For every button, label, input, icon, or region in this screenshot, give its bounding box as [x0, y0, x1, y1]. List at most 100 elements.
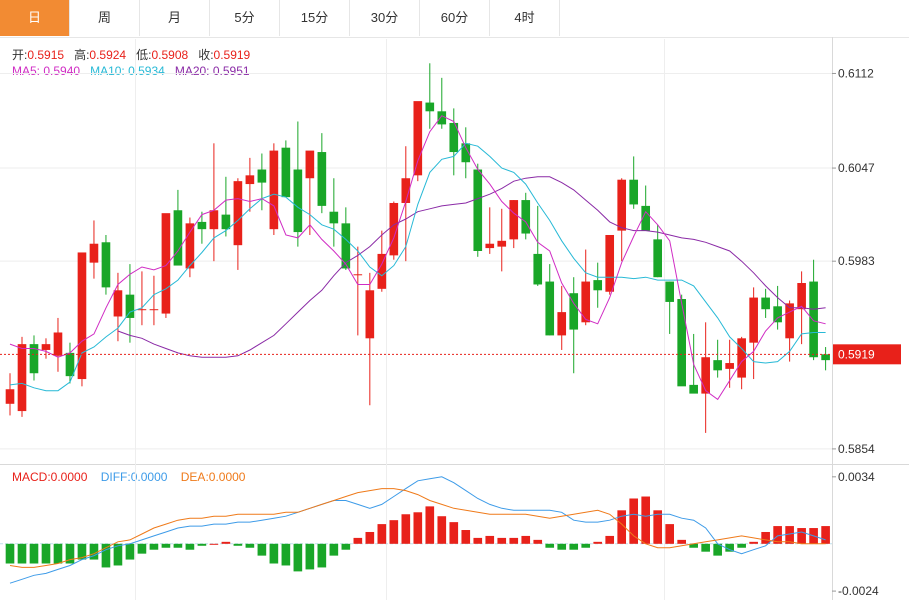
tab-day[interactable]: 日	[0, 0, 70, 36]
candle-body	[53, 332, 63, 356]
candle-body	[473, 169, 483, 251]
macd-bar	[269, 543, 279, 564]
candle-body	[101, 242, 111, 288]
macd-bar	[401, 514, 411, 544]
macd-bar	[281, 543, 291, 566]
tab-month[interactable]: 月	[140, 0, 210, 36]
candle-body	[5, 389, 15, 404]
macd-bar	[233, 543, 243, 546]
macd-bar	[125, 543, 135, 560]
macd-bar	[317, 543, 327, 568]
macd-bar	[605, 535, 615, 544]
candle-body	[125, 294, 135, 318]
candle-body	[509, 200, 519, 240]
macd-bar	[569, 543, 579, 550]
macd-bar	[593, 541, 603, 544]
candle-body	[689, 384, 698, 394]
candle-body	[113, 290, 123, 317]
macd-bar	[53, 543, 63, 564]
tab-60min[interactable]: 60分	[420, 0, 490, 36]
candle-body	[533, 253, 543, 285]
tab-15min[interactable]: 15分	[280, 0, 350, 36]
candle-body	[605, 234, 615, 292]
macd-bar	[509, 537, 519, 544]
candle-body	[269, 150, 279, 230]
macd-bar	[185, 543, 195, 550]
candle-body	[809, 281, 818, 358]
candle-body	[653, 239, 663, 278]
macd-bar	[5, 543, 15, 564]
candle-body	[617, 179, 627, 231]
macd-bar	[161, 543, 171, 548]
candle-body	[713, 360, 722, 371]
candle-body	[161, 213, 171, 314]
candle-body	[65, 352, 75, 377]
macd-bar	[653, 510, 663, 544]
candle-body	[437, 111, 447, 125]
macd-bar	[485, 535, 495, 544]
macd-bar	[341, 543, 351, 550]
macd-bar	[665, 524, 674, 544]
candle-body	[725, 363, 734, 369]
ma20-line	[117, 176, 826, 358]
macd-bar	[257, 543, 267, 556]
last-price-label: 0.5919	[838, 347, 875, 361]
macd-bar	[425, 506, 435, 544]
macd-bar	[545, 543, 555, 548]
candle-body	[197, 221, 207, 230]
macd-bar	[629, 498, 639, 544]
macd-bar	[413, 512, 423, 544]
price-tick-label: 0.5983	[838, 254, 875, 268]
kline-chart[interactable]: 0.6112 0.6047 0.5983 0.5854 0.5919 0.0034 -0.0…	[0, 37, 909, 600]
macd-bar	[293, 543, 303, 572]
macd-bar	[557, 543, 567, 550]
candle-body	[341, 223, 351, 269]
macd-bar	[761, 531, 770, 544]
candle-body	[173, 210, 183, 266]
macd-bar	[305, 543, 315, 570]
macd-bar	[245, 543, 255, 548]
macd-bar	[137, 543, 147, 554]
candle-body	[593, 280, 603, 291]
candle-body	[701, 357, 710, 394]
macd-bar	[677, 539, 686, 544]
price-tick-label: 0.6112	[838, 66, 874, 80]
candle-body	[821, 354, 830, 361]
macd-bar	[473, 537, 483, 544]
macd-bar	[797, 528, 806, 544]
candle-body	[629, 179, 639, 205]
candle-body	[761, 297, 770, 310]
tab-4h[interactable]: 4时	[490, 0, 560, 36]
macd-bar	[17, 543, 27, 564]
candle-body	[317, 152, 327, 206]
macd-bar	[533, 539, 543, 544]
macd-bar	[749, 541, 758, 544]
macd-bar	[41, 543, 51, 564]
candle-body	[557, 312, 567, 336]
macd-tick-label: 0.0034	[838, 470, 875, 484]
candle-body	[677, 299, 686, 387]
macd-bar	[437, 516, 447, 544]
period-tab-bar: 日 周 月 5分 15分 30分 60分 4时	[0, 0, 909, 38]
candle-body	[257, 169, 267, 183]
tab-30min[interactable]: 30分	[350, 0, 420, 36]
candle-body	[737, 338, 746, 378]
macd-bar	[737, 543, 746, 548]
candle-body	[413, 101, 423, 176]
candle-body	[365, 290, 375, 339]
macd-bar	[149, 543, 159, 550]
macd-bar	[449, 522, 459, 544]
candle-body	[521, 200, 531, 234]
macd-bar	[29, 543, 39, 564]
candle-body	[149, 309, 159, 311]
tab-week[interactable]: 周	[70, 0, 140, 36]
candle-body	[545, 281, 555, 336]
candle-body	[209, 210, 219, 230]
candle-body	[305, 150, 315, 179]
macd-bar	[581, 543, 591, 548]
candle-body	[89, 243, 99, 263]
price-tick-label: 0.6047	[838, 161, 875, 175]
candle-body	[377, 253, 387, 289]
candle-body	[665, 281, 674, 302]
tab-5min[interactable]: 5分	[210, 0, 280, 36]
